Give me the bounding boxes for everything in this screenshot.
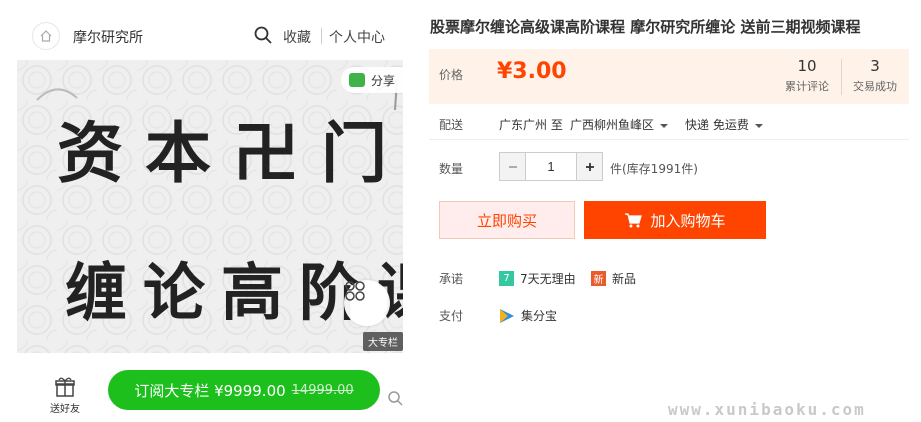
add-to-cart-label: 加入购物车 (650, 211, 726, 230)
home-icon (40, 30, 52, 42)
share-icon (349, 73, 365, 87)
payment-method-label: 集分宝 (521, 309, 558, 323)
section-divider (429, 139, 909, 140)
cart-icon (625, 213, 643, 228)
jifenbao-icon (500, 308, 514, 323)
shipping-destination-select[interactable]: 广西柳州鱼峰区 (570, 116, 669, 133)
home-button[interactable] (32, 22, 60, 50)
gift-friend-button[interactable]: 送好友 (45, 374, 85, 415)
price-value: ¥3.00 (497, 59, 567, 84)
share-button[interactable]: 分享 (341, 67, 403, 93)
buy-now-button[interactable]: 立即购买 (439, 201, 575, 239)
new-product-icon: 新 (591, 271, 606, 286)
reviews-label: 累计评论 (785, 80, 829, 93)
subscribe-old-price: 14999.00 (291, 382, 354, 398)
chevron-down-icon (660, 123, 669, 128)
stock-info: 件(库存1991件) (610, 162, 698, 176)
promise-item-7day[interactable]: 7 7天无理由 (499, 270, 576, 287)
increase-quantity-button[interactable] (576, 152, 603, 181)
mobile-header: 摩尔研究所 收藏 个人中心 (17, 0, 403, 66)
watermark: www.xunibaoku.com (668, 400, 866, 419)
user-center-link[interactable]: 个人中心 (329, 27, 385, 47)
promise-label: 承诺 (439, 272, 464, 286)
seven-day-return-icon: 7 (499, 271, 514, 286)
add-to-cart-button[interactable]: 加入购物车 (584, 201, 766, 239)
product-title: 股票摩尔缠论高级课高阶课程 摩尔研究所缠论 送前三期视频课程 (430, 18, 861, 36)
mobile-preview-panel: 摩尔研究所 收藏 个人中心 资本卍门 缠论高阶课 (17, 0, 403, 422)
chevron-down-icon (754, 123, 763, 128)
reviews-stat[interactable]: 10 累计评论 (777, 57, 837, 94)
course-cover-image: 资本卍门 缠论高阶课 分享 大专栏 (17, 60, 403, 353)
column-badge: 大专栏 (363, 332, 403, 351)
shipping-label: 配送 (439, 118, 464, 132)
favorite-link[interactable]: 收藏 (283, 27, 311, 47)
share-label: 分享 (371, 73, 396, 88)
plus-icon (585, 162, 594, 171)
gift-label: 送好友 (50, 404, 80, 415)
stat-divider (841, 59, 842, 95)
gift-icon (55, 377, 75, 397)
shop-name[interactable]: 摩尔研究所 (73, 27, 143, 47)
reviews-count: 10 (797, 57, 817, 75)
promise-item-new[interactable]: 新 新品 (591, 270, 636, 287)
price-label: 价格 (439, 68, 464, 82)
trades-label: 交易成功 (853, 80, 897, 93)
header-divider (321, 28, 322, 44)
quantity-input[interactable] (526, 152, 576, 181)
trades-count: 3 (870, 57, 880, 75)
mobile-footer: 送好友 订阅大专栏 ¥9999.00 14999.00 (17, 360, 403, 422)
quantity-label: 数量 (439, 162, 464, 176)
search-icon[interactable] (253, 25, 273, 45)
subscribe-column-button[interactable]: 订阅大专栏 ¥9999.00 14999.00 (108, 370, 380, 410)
promise-item-new-label: 新品 (612, 272, 637, 286)
subscribe-label: 订阅大专栏 ¥9999.00 (134, 381, 286, 400)
payment-label: 支付 (439, 309, 464, 323)
menu-grid-button[interactable] (344, 280, 390, 326)
search-icon[interactable] (387, 390, 403, 406)
cover-title-line1: 资本卍门 (57, 114, 403, 192)
shipping-method-select[interactable]: 快递 免运费 (685, 116, 763, 133)
promise-item-7day-label: 7天无理由 (520, 272, 576, 286)
grid-icon (345, 281, 365, 301)
payment-method[interactable]: 集分宝 (499, 307, 557, 324)
price-panel: 价格 ¥3.00 10 累计评论 3 交易成功 (429, 49, 909, 104)
minus-icon (508, 165, 517, 168)
quantity-stepper (499, 152, 603, 181)
shipping-from: 广东广州 至 (499, 118, 563, 132)
shipping-method: 快递 免运费 (685, 118, 749, 132)
shipping-destination: 广西柳州鱼峰区 (570, 118, 655, 132)
trades-stat[interactable]: 3 交易成功 (845, 57, 905, 94)
decrease-quantity-button[interactable] (499, 152, 526, 181)
